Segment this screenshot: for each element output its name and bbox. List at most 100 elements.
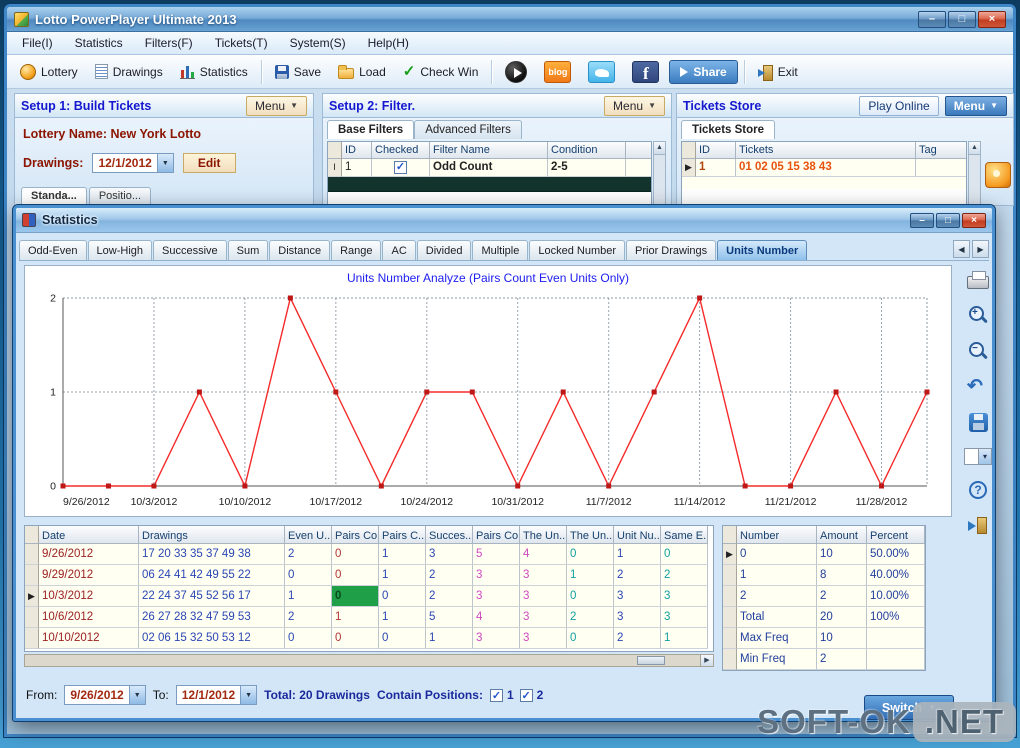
help-icon[interactable] bbox=[969, 481, 987, 499]
filter-checked-cell[interactable]: ✓ bbox=[372, 159, 430, 177]
tab-scroll-right-icon[interactable]: ▶ bbox=[972, 240, 989, 258]
column-header-checked[interactable]: Checked bbox=[372, 142, 430, 159]
menu-item-statistics[interactable]: Statistics bbox=[64, 33, 134, 53]
stats-tab-prior-drawings[interactable]: Prior Drawings bbox=[626, 240, 717, 260]
gift-icon[interactable] bbox=[985, 162, 1011, 188]
checkbox-icon[interactable]: ✓ bbox=[394, 161, 407, 174]
column-header-date[interactable]: Date bbox=[39, 526, 139, 544]
table-row[interactable]: 9/26/2012 17 20 33 35 37 49 38 2 0 1 3 5 4 0 1 0 bbox=[25, 544, 713, 565]
chevron-down-icon[interactable]: ▼ bbox=[156, 154, 173, 172]
checkbox-icon[interactable]: ✓ bbox=[519, 688, 533, 702]
stats-tab-units-number[interactable]: Units Number bbox=[717, 240, 808, 260]
stats-tab-divided[interactable]: Divided bbox=[416, 240, 472, 260]
check-button[interactable]: Check Win bbox=[396, 61, 486, 82]
column-header-tag[interactable]: Tag bbox=[916, 142, 966, 159]
table-row[interactable]: 1 8 40.00% bbox=[723, 565, 925, 586]
stats-tab-odd-even[interactable]: Odd-Even bbox=[19, 240, 87, 260]
column-header-filter-name[interactable]: Filter Name bbox=[430, 142, 548, 159]
share-button[interactable]: Share bbox=[669, 59, 738, 84]
menu-item-system[interactable]: System(S) bbox=[279, 33, 357, 53]
menu-item-help[interactable]: Help(H) bbox=[357, 33, 420, 53]
scroll-up-icon[interactable]: ▲ bbox=[969, 142, 980, 155]
column-header-id[interactable]: ID bbox=[342, 142, 372, 159]
table-row[interactable]: 10/6/2012 26 27 28 32 47 59 53 2 1 1 5 4 3 2 3 3 bbox=[25, 607, 713, 628]
close-button[interactable]: × bbox=[962, 212, 986, 228]
table-row[interactable]: ▶ 10/3/2012 22 24 37 45 52 56 17 1 0 0 2 3 3 0 3 3 bbox=[25, 586, 713, 607]
print-icon[interactable] bbox=[967, 271, 989, 289]
zoom-out-icon[interactable]: − bbox=[967, 341, 989, 361]
table-row[interactable]: Min Freq 2 bbox=[723, 649, 925, 670]
tab-advanced-filters[interactable]: Advanced Filters bbox=[414, 120, 522, 139]
horizontal-scrollbar[interactable]: ▶ bbox=[24, 654, 714, 667]
stats-tab-successive[interactable]: Successive bbox=[153, 240, 227, 260]
table-row[interactable]: 9/29/2012 06 24 41 42 49 55 22 0 0 1 2 3 3 1 2 2 bbox=[25, 565, 713, 586]
menu-item-tickets[interactable]: Tickets(T) bbox=[204, 33, 279, 53]
table-row[interactable]: ▶ 0 10 50.00% bbox=[723, 544, 925, 565]
scroll-up-icon[interactable]: ▲ bbox=[654, 142, 665, 155]
column-header-number[interactable]: Number bbox=[737, 526, 817, 544]
stats-tab-multiple[interactable]: Multiple bbox=[472, 240, 529, 260]
stats-tab-distance[interactable]: Distance bbox=[269, 240, 331, 260]
play-button[interactable] bbox=[498, 58, 534, 86]
chart-type-combo[interactable] bbox=[964, 448, 992, 465]
blog-button[interactable]: blog bbox=[537, 58, 578, 86]
ticket-row[interactable]: ▶ 1 01 02 05 15 38 43 bbox=[682, 159, 966, 177]
lottery-button[interactable]: Lottery bbox=[13, 61, 85, 83]
maximize-button[interactable]: □ bbox=[948, 10, 976, 28]
column-header-unit-nu-[interactable]: Unit Nu... bbox=[614, 526, 661, 544]
tab-base-filters[interactable]: Base Filters bbox=[327, 120, 415, 139]
stats-tab-low-high[interactable]: Low-High bbox=[87, 240, 152, 260]
column-header-succes-[interactable]: Succes... bbox=[426, 526, 473, 544]
menu-item-filters[interactable]: Filters(F) bbox=[134, 33, 204, 53]
stats-tab-locked-number[interactable]: Locked Number bbox=[529, 240, 626, 260]
column-header-the-un-[interactable]: The Un... bbox=[567, 526, 614, 544]
drawings-combo[interactable]: 12/1/2012 ▼ bbox=[92, 153, 174, 173]
column-header-tickets[interactable]: Tickets bbox=[736, 142, 916, 159]
column-header-amount[interactable]: Amount bbox=[817, 526, 867, 544]
column-header-id[interactable]: ID bbox=[696, 142, 736, 159]
table-row[interactable]: 10/10/2012 02 06 15 32 50 53 12 0 0 0 1 3 3 0 2 1 bbox=[25, 628, 713, 649]
chevron-down-icon[interactable]: ▼ bbox=[240, 686, 257, 704]
checkbox-icon[interactable]: ✓ bbox=[489, 688, 503, 702]
build-mode-tab[interactable]: Positio... bbox=[88, 187, 152, 204]
setup1-menu-button[interactable]: Menu ▼ bbox=[246, 95, 307, 116]
column-header-even-u-[interactable]: Even U... bbox=[285, 526, 332, 544]
close-button[interactable]: × bbox=[978, 10, 1006, 28]
edit-button[interactable]: Edit bbox=[182, 153, 236, 173]
scrollbar-thumb[interactable] bbox=[637, 656, 665, 665]
column-header-same-e-[interactable]: Same E... bbox=[661, 526, 708, 544]
twitter-button[interactable] bbox=[581, 58, 622, 86]
stats-tab-ac[interactable]: AC bbox=[382, 240, 416, 260]
setup2-menu-button[interactable]: Menu ▼ bbox=[604, 95, 665, 116]
tab-tickets-store[interactable]: Tickets Store bbox=[681, 120, 776, 139]
scroll-right-icon[interactable]: ▶ bbox=[700, 655, 713, 666]
minimize-button[interactable]: – bbox=[918, 10, 946, 28]
statistics-titlebar[interactable]: Statistics – □ × bbox=[16, 208, 992, 233]
load-button[interactable]: Load bbox=[331, 62, 393, 82]
facebook-button[interactable] bbox=[625, 58, 666, 86]
tickets-grid-scrollbar[interactable]: ▲ bbox=[968, 141, 981, 206]
column-header-pairs-co[interactable]: Pairs Co bbox=[473, 526, 520, 544]
column-header-drawings[interactable]: Drawings bbox=[139, 526, 285, 544]
build-mode-tab[interactable]: Standa... bbox=[21, 187, 87, 204]
column-header-the-un-[interactable]: The Un... bbox=[520, 526, 567, 544]
main-titlebar[interactable]: Lotto PowerPlayer Ultimate 2013 – □ × bbox=[7, 7, 1013, 32]
tab-scroll-left-icon[interactable]: ◀ bbox=[953, 240, 970, 258]
table-row[interactable]: 2 2 10.00% bbox=[723, 586, 925, 607]
filter-row[interactable]: I 1 ✓ Odd Count 2-5 bbox=[328, 159, 651, 177]
play-online-button[interactable]: Play Online bbox=[859, 95, 939, 116]
stats-tab-range[interactable]: Range bbox=[331, 240, 382, 260]
save-button[interactable]: Save bbox=[268, 62, 328, 82]
exit-button[interactable]: Exit bbox=[751, 62, 805, 82]
column-header-condition[interactable]: Condition bbox=[548, 142, 626, 159]
restore-button[interactable]: □ bbox=[936, 212, 960, 228]
stats-tab-sum[interactable]: Sum bbox=[227, 240, 269, 260]
minimize-button[interactable]: – bbox=[910, 212, 934, 228]
table-row[interactable]: Max Freq 10 bbox=[723, 628, 925, 649]
zoom-in-icon[interactable]: + bbox=[967, 305, 989, 325]
column-header-percent[interactable]: Percent bbox=[867, 526, 925, 544]
menu-item-file[interactable]: File(I) bbox=[11, 33, 64, 53]
undo-icon[interactable] bbox=[967, 377, 989, 397]
tickets-menu-button[interactable]: Menu ▼ bbox=[944, 95, 1007, 116]
to-date-combo[interactable]: 12/1/2012 ▼ bbox=[175, 685, 258, 705]
